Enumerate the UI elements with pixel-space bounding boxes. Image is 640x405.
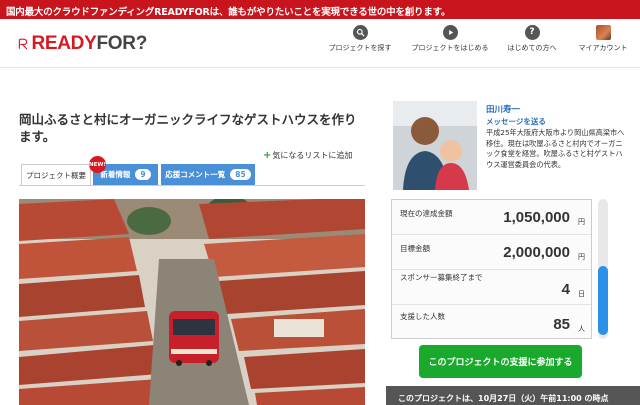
stat-label: スポンサー募集終了まで	[400, 273, 483, 282]
stat-unit: 円	[578, 253, 585, 261]
stat-days-left: スポンサー募集終了まで 4 日	[392, 270, 591, 305]
tab-label: プロジェクト概要	[26, 170, 86, 180]
tab-label: 新着情報	[100, 170, 131, 179]
stat-value: 1,050,000	[503, 209, 570, 226]
stat-value: 85	[553, 316, 570, 333]
plus-icon: +	[263, 150, 272, 161]
logo-r-icon	[18, 38, 28, 50]
owner-photo	[393, 101, 477, 190]
tab-overview[interactable]: プロジェクト概要	[21, 164, 91, 185]
support-project-button[interactable]: このプロジェクトの支援に参加する	[419, 345, 582, 378]
tab-label: 応援コメント一覧	[165, 170, 226, 179]
village-photo	[19, 199, 365, 405]
play-icon	[442, 25, 458, 40]
stat-label: 目標金額	[400, 244, 430, 253]
owner-name[interactable]: 田川寿一	[486, 103, 520, 115]
send-message-link[interactable]: メッセージを送る	[486, 116, 546, 127]
readyfor-logo[interactable]: READYFOR?	[17, 31, 147, 57]
stat-supporters: 支援した人数 85 人	[392, 305, 591, 340]
project-hero-image	[19, 199, 365, 405]
logo-text-for: FOR?	[96, 33, 147, 54]
nav-start-project[interactable]: プロジェクトをはじめる	[410, 25, 490, 53]
stat-unit: 人	[578, 325, 585, 333]
stat-unit: 日	[578, 290, 585, 298]
question-icon: ?	[524, 25, 540, 40]
news-count-badge: 9	[135, 169, 151, 180]
stat-label: 現在の達成金額	[400, 209, 453, 218]
nav-label: マイアカウント	[578, 44, 628, 52]
avatar	[595, 25, 611, 40]
stat-current-amount: 現在の達成金額 1,050,000 円	[392, 200, 591, 235]
nav-label: プロジェクトをはじめる	[411, 44, 489, 52]
stats-scrollbar-thumb[interactable]	[598, 266, 608, 335]
logo-text-ready: READY	[31, 33, 97, 54]
stat-target-amount: 目標金額 2,000,000 円	[392, 235, 591, 270]
stat-label: 支援した人数	[400, 312, 445, 321]
funding-stats-panel: 現在の達成金額 1,050,000 円 目標金額 2,000,000 円 スポン…	[391, 199, 592, 339]
favorite-label: 気になるリストに追加	[272, 151, 353, 160]
owner-portrait	[393, 101, 477, 190]
comments-count-badge: 85	[230, 169, 251, 180]
tab-comments[interactable]: 応援コメント一覧 85	[161, 164, 255, 185]
top-banner: 国内最大のクラウドファンディングREADYFORは、誰もがやりたいことを実現でき…	[0, 0, 640, 19]
tab-divider	[19, 185, 365, 186]
logo-text: READYFOR?	[31, 33, 147, 55]
nav-my-account[interactable]: マイアカウント	[563, 25, 640, 53]
stat-value: 2,000,000	[503, 244, 570, 261]
site-header: READYFOR? プロジェクトを探す プロジェクトをはじめる ? はじめての方…	[0, 19, 640, 68]
nav-first-time[interactable]: ? はじめての方へ	[492, 25, 572, 53]
page-title: 岡山ふるさと村にオーガニックライフなゲストハウスを作ります。	[19, 112, 357, 144]
nav-label: プロジェクトを探す	[328, 44, 392, 52]
stat-unit: 円	[578, 218, 585, 226]
owner-bio: 平成25年大阪府大阪市より岡山県高梁市へ移住。現在は吹屋ふるさと村内でオーガニッ…	[486, 128, 625, 169]
add-to-favorites-link[interactable]: +気になるリストに追加	[263, 150, 352, 161]
search-icon	[352, 25, 368, 40]
new-badge: NEW!	[89, 156, 106, 173]
stat-value: 4	[561, 281, 570, 298]
top-banner-text: 国内最大のクラウドファンディングREADYFORは、誰もがやりたいことを実現でき…	[6, 7, 451, 18]
deadline-notice: このプロジェクトは、10月27日（火）午前11:00 の時点	[386, 386, 640, 405]
nav-label: はじめての方へ	[507, 44, 557, 52]
nav-find-projects[interactable]: プロジェクトを探す	[320, 25, 400, 53]
